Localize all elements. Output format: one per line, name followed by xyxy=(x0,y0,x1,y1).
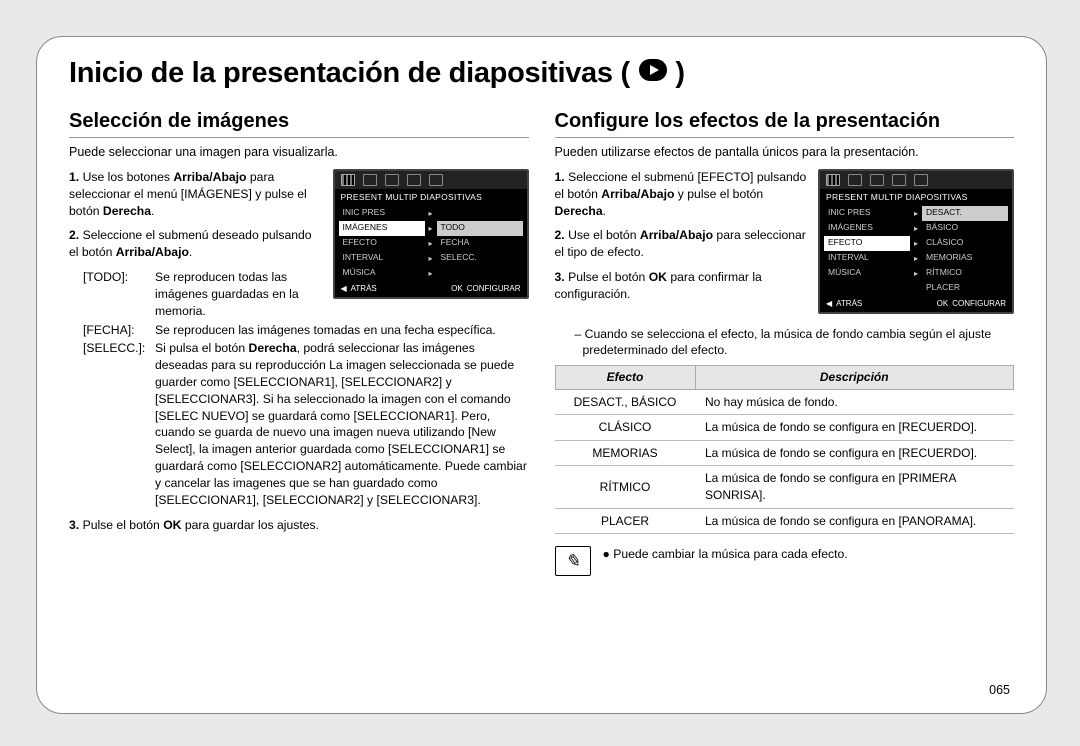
effects-table: Efecto Descripción DESACT., BÁSICONo hay… xyxy=(555,365,1015,534)
def-todo: [TODO]: Se reproducen todas las imágenes… xyxy=(83,269,323,319)
play-tab-icon xyxy=(848,174,862,186)
menu-option: SELECC. xyxy=(437,251,523,266)
definitions: [TODO]: Se reproducen todas las imágenes… xyxy=(83,269,529,509)
note-text: Puede cambiar la música para cada efecto… xyxy=(613,547,847,561)
th-desc: Descripción xyxy=(695,366,1014,390)
sound-tab-icon xyxy=(385,174,399,186)
menu-item: MÚSICA xyxy=(824,266,910,281)
left-intro: Puede seleccionar una imagen para visual… xyxy=(69,144,529,161)
settings-tab-icon xyxy=(914,174,928,186)
table-row: RÍTMICOLa música de fondo se configura e… xyxy=(555,466,1014,508)
note-icon: ✎ xyxy=(555,546,591,576)
menu-option-selected: TODO xyxy=(437,221,523,236)
settings-tab-icon xyxy=(429,174,443,186)
display-tab-icon xyxy=(407,174,421,186)
back-arrow-icon: ◀ xyxy=(341,283,347,294)
menu-option-selected: DESACT. xyxy=(922,206,1008,221)
dash-note: – Cuando se selecciona el efecto, la mús… xyxy=(573,326,1015,360)
menu-item: INTERVAL xyxy=(339,251,425,266)
page-number: 065 xyxy=(989,683,1010,697)
camera-menu-screenshot-left: PRESENT MULTIP DIAPOSITIVAS INIC PRES▸ I… xyxy=(333,169,529,299)
menu-grid: INIC PRES▸ IMÁGENES▸TODO EFECTO▸FECHA IN… xyxy=(335,204,527,281)
menu-option xyxy=(437,266,523,281)
slideshow-tab-icon xyxy=(341,174,355,186)
menu-option xyxy=(437,206,523,221)
menu-item: IMÁGENES xyxy=(824,221,910,236)
menu-option: PLACER xyxy=(922,281,1008,296)
menu-title: PRESENT MULTIP DIAPOSITIVAS xyxy=(820,189,1012,204)
right-heading: Configure los efectos de la presentación xyxy=(555,110,1015,138)
menu-item: INIC PRES xyxy=(824,206,910,221)
list-step-3: 3. Pulse el botón OK para guardar los aj… xyxy=(69,517,529,534)
menu-item: INIC PRES xyxy=(339,206,425,221)
note-row: ✎ ● Puede cambiar la música para cada ef… xyxy=(555,546,1015,576)
menu-item: INTERVAL xyxy=(824,251,910,266)
left-column: Selección de imágenes Puede seleccionar … xyxy=(69,110,529,576)
menu-footer: ◀ ATRÁS OK CONFIGURAR xyxy=(820,296,1012,312)
menu-option: MEMORIAS xyxy=(922,251,1008,266)
menu-grid: INIC PRES▸DESACT. IMÁGENES▸BÁSICO EFECTO… xyxy=(820,204,1012,296)
sound-tab-icon xyxy=(870,174,884,186)
menu-item: MÚSICA xyxy=(339,266,425,281)
page-title-row: Inicio de la presentación de diapositiva… xyxy=(69,57,1014,94)
right-column: Configure los efectos de la presentación… xyxy=(555,110,1015,576)
table-row: PLACERLa música de fondo se configura en… xyxy=(555,508,1014,534)
back-arrow-icon: ◀ xyxy=(826,298,832,309)
slideshow-tab-icon xyxy=(826,174,840,186)
table-row: DESACT., BÁSICONo hay música de fondo. xyxy=(555,389,1014,415)
menu-footer: ◀ ATRÁS OK CONFIGURAR xyxy=(335,281,527,297)
menu-item: EFECTO xyxy=(339,236,425,251)
menu-option: CLÁSICO xyxy=(922,236,1008,251)
menu-tab-row xyxy=(335,171,527,189)
th-effect: Efecto xyxy=(555,366,695,390)
page-title: Inicio de la presentación de diapositiva… xyxy=(69,57,685,90)
left-heading: Selección de imágenes xyxy=(69,110,529,138)
table-row: CLÁSICOLa música de fondo se configura e… xyxy=(555,415,1014,441)
menu-option: FECHA xyxy=(437,236,523,251)
play-tab-icon xyxy=(363,174,377,186)
menu-option: BÁSICO xyxy=(922,221,1008,236)
menu-option: RÍTMICO xyxy=(922,266,1008,281)
right-intro: Pueden utilizarse efectos de pantalla ún… xyxy=(555,144,1015,161)
menu-item-highlight: EFECTO xyxy=(824,236,910,251)
menu-item-highlight: IMÁGENES xyxy=(339,221,425,236)
menu-title: PRESENT MULTIP DIAPOSITIVAS xyxy=(335,189,527,204)
def-selecc: [SELECC.]: Si pulsa el botón Derecha, po… xyxy=(83,340,529,508)
slideshow-icon xyxy=(638,58,668,82)
display-tab-icon xyxy=(892,174,906,186)
menu-tab-row xyxy=(820,171,1012,189)
camera-menu-screenshot-right: PRESENT MULTIP DIAPOSITIVAS INIC PRES▸DE… xyxy=(818,169,1014,314)
menu-item xyxy=(824,281,910,296)
table-row: MEMORIASLa música de fondo se configura … xyxy=(555,440,1014,466)
manual-page: Inicio de la presentación de diapositiva… xyxy=(36,36,1047,714)
def-fecha: [FECHA]: Se reproducen las imágenes toma… xyxy=(83,322,529,339)
